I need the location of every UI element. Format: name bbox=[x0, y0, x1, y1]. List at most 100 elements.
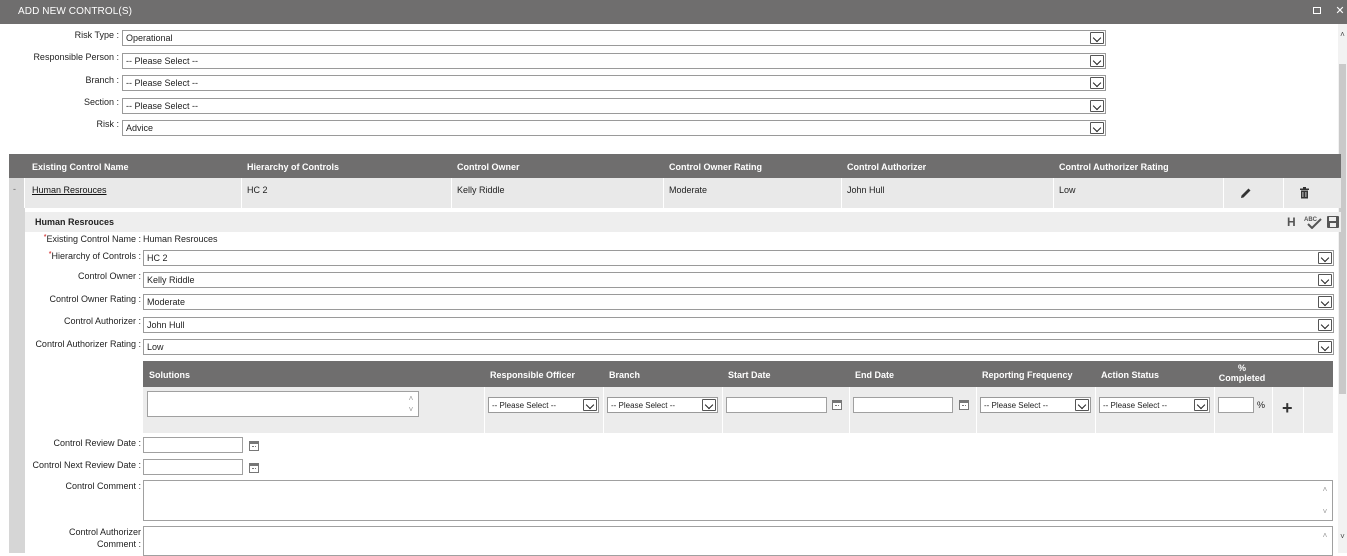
chevron-down-icon bbox=[1318, 296, 1332, 308]
next-review-date-input[interactable] bbox=[143, 459, 243, 475]
add-solution-icon[interactable]: + bbox=[1282, 399, 1293, 417]
risk-type-value: Operational bbox=[126, 33, 173, 43]
table-row: - Human Resrouces HC 2 Kelly Riddle Mode… bbox=[9, 178, 1341, 208]
col-control-authorizer[interactable]: Control Authorizer bbox=[847, 162, 926, 172]
scroll-down-icon[interactable]: ˅ bbox=[1338, 532, 1347, 542]
col-pct-completed: % Completed bbox=[1217, 363, 1267, 383]
responsible-person-label: Responsible Person : bbox=[33, 52, 119, 62]
branch-value: -- Please Select -- bbox=[126, 78, 199, 88]
hierarchy-select-value: HC 2 bbox=[147, 253, 168, 263]
dialog-title: ADD NEW CONTROL(S) bbox=[18, 6, 133, 17]
col-control-owner[interactable]: Control Owner bbox=[457, 162, 520, 172]
detail-header: Human Resrouces H ABC bbox=[25, 212, 1341, 232]
solutions-table-header: Solutions Responsible Officer Branch Sta… bbox=[143, 361, 1333, 387]
branch-select[interactable]: -- Please Select -- bbox=[122, 75, 1106, 91]
close-icon[interactable]: ✕ bbox=[1334, 5, 1346, 17]
review-date-input[interactable] bbox=[143, 437, 243, 453]
existing-name-label: *Existing Control Name : bbox=[44, 234, 141, 244]
authorizer-comment-label-line1: Control Authorizer bbox=[68, 527, 141, 537]
col-responsible-officer: Responsible Officer bbox=[490, 370, 576, 380]
detail-left-strip bbox=[9, 208, 25, 553]
owner-label: Control Owner : bbox=[77, 271, 141, 281]
authorizer-select[interactable]: John Hull bbox=[143, 317, 1334, 333]
control-name-link[interactable]: Human Resrouces bbox=[32, 185, 107, 195]
spin-up-icon[interactable]: ˄ bbox=[1320, 531, 1330, 540]
pencil-icon[interactable] bbox=[1240, 187, 1252, 199]
delete-cell bbox=[1284, 178, 1341, 208]
authorizer-rating-select-value: Low bbox=[147, 342, 164, 352]
col-existing-control-name[interactable]: Existing Control Name bbox=[32, 162, 129, 172]
pct-symbol: % bbox=[1257, 400, 1266, 410]
section-select[interactable]: -- Please Select -- bbox=[122, 98, 1106, 114]
hierarchy-select[interactable]: HC 2 bbox=[143, 250, 1334, 266]
existing-name-label-text: Existing Control Name : bbox=[46, 234, 141, 244]
section-value: -- Please Select -- bbox=[126, 101, 199, 111]
control-comment-textarea[interactable]: ˄ ˅ bbox=[143, 480, 1333, 521]
end-date-input[interactable] bbox=[853, 397, 953, 413]
responsible-person-select[interactable]: -- Please Select -- bbox=[122, 53, 1106, 69]
reporting-frequency-select[interactable]: -- Please Select -- bbox=[980, 397, 1091, 413]
owner-select[interactable]: Kelly Riddle bbox=[143, 272, 1334, 288]
maximize-icon[interactable] bbox=[1312, 5, 1324, 17]
authorizer-comment-textarea[interactable]: ˄ bbox=[143, 526, 1333, 556]
col-hierarchy-of-controls[interactable]: Hierarchy of Controls bbox=[247, 162, 339, 172]
calendar-icon[interactable] bbox=[832, 400, 842, 410]
owner-rating-cell: Moderate bbox=[664, 178, 842, 208]
collapse-cell[interactable]: - bbox=[9, 178, 25, 208]
owner-rating-select[interactable]: Moderate bbox=[143, 294, 1334, 310]
calendar-icon[interactable] bbox=[249, 441, 259, 451]
col-control-authorizer-rating[interactable]: Control Authorizer Rating bbox=[1059, 162, 1169, 172]
reporting-frequency-value: -- Please Select -- bbox=[984, 401, 1049, 410]
spin-up-icon[interactable]: ˄ bbox=[406, 394, 416, 403]
owner-value: Kelly Riddle bbox=[457, 185, 505, 195]
col-pct-completed-text: Completed bbox=[1218, 373, 1266, 383]
risk-value: Advice bbox=[126, 123, 154, 133]
section-label: Section : bbox=[83, 97, 119, 107]
column-divider bbox=[849, 387, 850, 433]
start-date-input[interactable] bbox=[726, 397, 827, 413]
branch-label: Branch : bbox=[85, 75, 119, 85]
owner-cell: Kelly Riddle bbox=[452, 178, 664, 208]
chevron-down-icon bbox=[1090, 77, 1104, 89]
chevron-down-icon bbox=[1194, 399, 1208, 411]
column-divider bbox=[1095, 387, 1096, 433]
risk-type-select[interactable]: Operational bbox=[122, 30, 1106, 46]
owner-rating-value: Moderate bbox=[669, 185, 708, 195]
solutions-textarea[interactable]: ˄ ˅ bbox=[147, 391, 419, 417]
hierarchy-label: *Hierarchy of Controls : bbox=[49, 251, 141, 261]
pct-completed-input[interactable] bbox=[1218, 397, 1254, 413]
name-cell: Human Resrouces bbox=[25, 178, 242, 208]
spin-down-icon[interactable]: ˅ bbox=[1320, 507, 1330, 516]
col-end-date: End Date bbox=[855, 370, 895, 380]
floppy-icon[interactable] bbox=[1327, 216, 1339, 228]
authorizer-comment-label: Control Authorizer Comment : bbox=[69, 526, 141, 550]
hierarchy-cell: HC 2 bbox=[242, 178, 452, 208]
chevron-down-icon bbox=[1075, 399, 1089, 411]
controls-table-header: Existing Control Name Hierarchy of Contr… bbox=[9, 154, 1341, 178]
col-solutions: Solutions bbox=[149, 370, 190, 380]
scroll-up-icon[interactable]: ˄ bbox=[1338, 30, 1347, 40]
calendar-icon[interactable] bbox=[959, 400, 969, 410]
risk-select[interactable]: Advice bbox=[122, 120, 1106, 136]
vertical-scrollbar[interactable]: ˄ ˅ bbox=[1338, 24, 1347, 553]
col-branch: Branch bbox=[609, 370, 641, 380]
action-status-select[interactable]: -- Please Select -- bbox=[1099, 397, 1210, 413]
column-divider bbox=[1214, 387, 1215, 433]
chevron-down-icon bbox=[583, 399, 597, 411]
h-icon[interactable]: H bbox=[1287, 215, 1296, 229]
authorizer-rating-select[interactable]: Low bbox=[143, 339, 1334, 355]
spellcheck-text: ABC bbox=[1304, 217, 1318, 223]
collapse-toggle[interactable]: - bbox=[13, 184, 16, 194]
solution-branch-select[interactable]: -- Please Select -- bbox=[607, 397, 718, 413]
spellcheck-icon[interactable]: ABC bbox=[1304, 215, 1322, 229]
col-control-owner-rating[interactable]: Control Owner Rating bbox=[669, 162, 762, 172]
spin-up-icon[interactable]: ˄ bbox=[1320, 485, 1330, 494]
responsible-officer-select[interactable]: -- Please Select -- bbox=[488, 397, 599, 413]
trash-icon[interactable] bbox=[1299, 187, 1310, 199]
edit-cell bbox=[1224, 178, 1284, 208]
spin-down-icon[interactable]: ˅ bbox=[406, 405, 416, 414]
authorizer-comment-label-line2: Comment : bbox=[96, 539, 141, 549]
authorizer-select-value: John Hull bbox=[147, 320, 185, 330]
calendar-icon[interactable] bbox=[249, 463, 259, 473]
responsible-officer-value: -- Please Select -- bbox=[492, 401, 557, 410]
